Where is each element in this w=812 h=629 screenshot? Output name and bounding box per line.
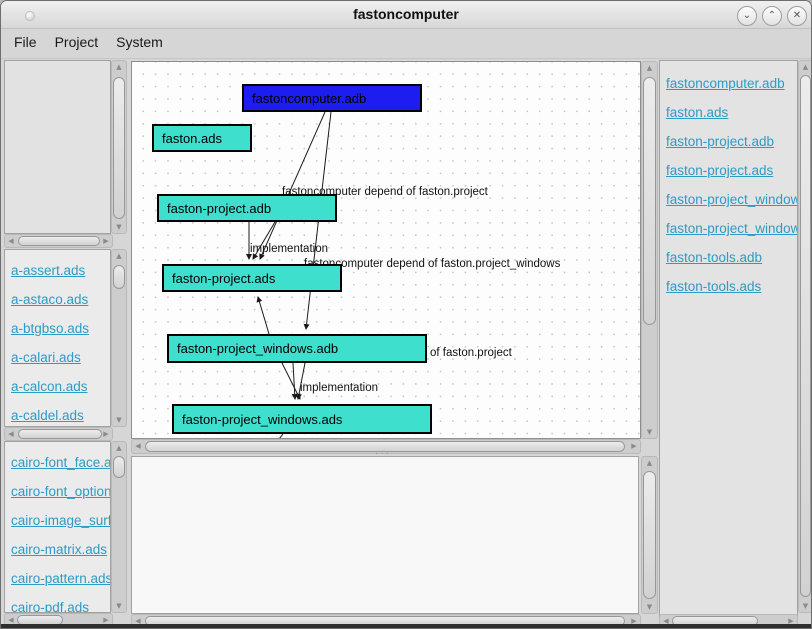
file-link[interactable]: a-astaco.ads (11, 285, 110, 314)
file-link[interactable]: faston-project.ads (666, 156, 797, 185)
scrollbar-thumb[interactable] (113, 456, 125, 478)
graph-node[interactable]: faston-project_windows.ads (172, 404, 432, 434)
edge-label: of faston.project (430, 347, 512, 359)
scroll-up-icon[interactable]: ▲ (112, 443, 126, 453)
canvas-vscrollbar[interactable]: ▲ ▼ (641, 61, 658, 439)
dependency-edge (279, 433, 284, 438)
dependency-edge (281, 362, 301, 400)
scroll-up-icon[interactable]: ▲ (112, 62, 126, 72)
graph-node[interactable]: faston.ads (152, 124, 252, 152)
file-link[interactable]: a-caldel.ads (11, 401, 110, 426)
maximize-button[interactable]: ⌃ (762, 6, 782, 26)
file-link[interactable]: a-calcon.ads (11, 372, 110, 401)
minimize-button[interactable]: ⌄ (737, 6, 757, 26)
scroll-up-icon[interactable]: ▲ (642, 63, 657, 73)
bottom-output-panel (131, 456, 639, 614)
left-unit-hscrollbar[interactable]: ◀ ▶ (4, 427, 113, 441)
scroll-right-icon[interactable]: ▶ (629, 440, 639, 453)
file-link[interactable]: cairo-font_face.ads (11, 448, 110, 477)
file-link[interactable]: faston.ads (666, 98, 797, 127)
scroll-down-icon[interactable]: ▼ (112, 415, 126, 425)
scroll-up-icon[interactable]: ▲ (642, 458, 657, 468)
scroll-up-icon[interactable]: ▲ (112, 251, 126, 261)
left-unit-file-list: a-assert.ads a-astaco.ads a-btgbso.ads a-ca… (4, 249, 111, 427)
file-link[interactable]: cairo-font_options.ads (11, 477, 110, 506)
dependency-edge (256, 296, 270, 335)
menu-item[interactable]: File (9, 29, 42, 55)
file-link[interactable]: cairo-pdf.ads (11, 593, 110, 612)
scroll-down-icon[interactable]: ▼ (112, 601, 126, 611)
left-cairo-vscrollbar[interactable]: ▲ ▼ (111, 441, 127, 613)
file-link[interactable]: faston-project_windows.adb (666, 185, 797, 214)
file-link[interactable]: fastoncomputer.adb (666, 69, 797, 98)
scrollbar-thumb[interactable] (113, 77, 125, 219)
left-preview-hscrollbar[interactable]: ◀ ▶ (4, 234, 113, 248)
left-cairo-file-list: cairo-font_face.adscairo-font_options.ad… (4, 441, 111, 613)
menu-item[interactable]: Project (50, 29, 104, 55)
scroll-left-icon[interactable]: ◀ (6, 428, 16, 440)
file-link[interactable]: faston-project_windows.ads (666, 214, 797, 243)
left-preview-vscrollbar[interactable]: ▲ ▼ (111, 60, 127, 234)
file-link[interactable]: cairo-pattern.ads (11, 564, 110, 593)
file-link[interactable]: cairo-matrix.ads (11, 535, 110, 564)
scroll-right-icon[interactable]: ▶ (101, 235, 111, 247)
right-vscrollbar[interactable]: ▲ ▼ (798, 60, 811, 613)
left-unit-vscrollbar[interactable]: ▲ ▼ (111, 249, 127, 427)
application-window: fastoncomputer ⌄ ⌃ ✕ File Project System ▲… (0, 0, 812, 629)
file-link[interactable]: a-btgbso.ads (11, 314, 110, 343)
scrollbar-thumb[interactable] (800, 75, 811, 597)
scroll-down-icon[interactable]: ▼ (642, 427, 657, 437)
edge-label: implementation (250, 243, 328, 255)
scroll-left-icon[interactable]: ◀ (6, 235, 16, 247)
file-link[interactable]: faston-tools.adb (666, 243, 797, 272)
graph-node[interactable]: faston-project_windows.adb (167, 334, 427, 363)
scrollbar-thumb[interactable] (113, 265, 125, 289)
menu-item[interactable]: System (111, 29, 168, 55)
file-link[interactable]: a-assert.ads (11, 256, 110, 285)
edge-label: fastoncomputer depend of faston.project_… (304, 258, 561, 270)
graph-canvas[interactable]: fastoncomputer depend of faston.project i… (131, 61, 641, 439)
graph-node[interactable]: faston-project.ads (162, 264, 342, 292)
scrollbar-thumb[interactable] (18, 429, 102, 439)
scroll-down-icon[interactable]: ▼ (112, 222, 126, 232)
scrollbar-thumb[interactable] (18, 236, 100, 246)
file-link[interactable]: cairo-image_surface.ads (11, 506, 110, 535)
file-link[interactable]: faston-tools.ads (666, 272, 797, 301)
bottom-vscrollbar[interactable]: ▲ ▼ (641, 456, 658, 614)
window-title: fastoncomputer (353, 6, 459, 22)
graph-node[interactable]: faston-project.adb (157, 194, 337, 222)
scroll-left-icon[interactable]: ◀ (133, 440, 143, 453)
scrollbar-thumb[interactable] (643, 471, 656, 599)
file-link[interactable]: a-calari.ads (11, 343, 110, 372)
dependency-edge (291, 362, 298, 400)
edge-label: implementation (300, 382, 378, 394)
left-preview-panel (4, 60, 111, 234)
scroll-up-icon[interactable]: ▲ (799, 62, 811, 72)
title-bar: fastoncomputer ⌄ ⌃ ✕ (1, 1, 811, 29)
menu-bar: File Project System (1, 29, 811, 59)
file-link[interactable]: faston-project.adb (666, 127, 797, 156)
scroll-down-icon[interactable]: ▼ (642, 602, 657, 612)
scrollbar-thumb[interactable] (643, 77, 656, 325)
scroll-down-icon[interactable]: ▼ (799, 601, 811, 611)
scroll-right-icon[interactable]: ▶ (101, 428, 111, 440)
right-file-list: fastoncomputer.adb faston.ads faston-proje… (659, 60, 798, 621)
window-bottom-edge (1, 624, 811, 628)
dependency-edges (246, 111, 332, 438)
graph-node[interactable]: fastoncomputer.adb (242, 84, 422, 112)
close-button[interactable]: ✕ (787, 6, 807, 26)
